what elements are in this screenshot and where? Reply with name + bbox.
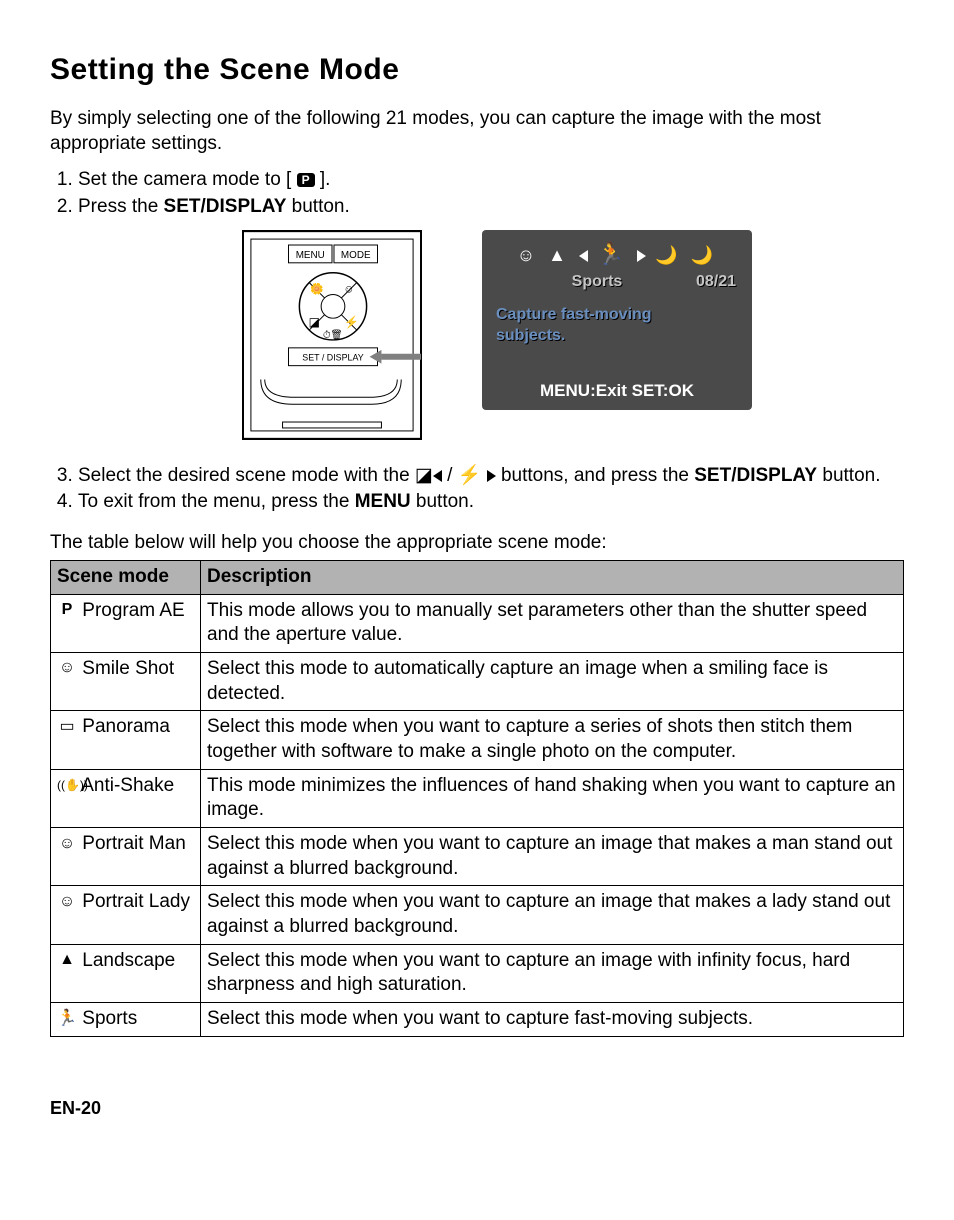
- step-2: Press the SET/DISPLAY button.: [78, 195, 904, 220]
- table-row: ☺ Portrait Man Select this mode when you…: [51, 828, 904, 886]
- svg-text:⚡: ⚡: [344, 315, 359, 329]
- step2-text-a: Press the: [78, 196, 164, 217]
- flash-icon: ⚡: [458, 465, 482, 486]
- screen-counter: 08/21: [696, 272, 736, 293]
- scene-mode-table: Scene mode Description P Program AE This…: [50, 560, 904, 1037]
- mode-desc: Select this mode when you want to captur…: [201, 1003, 904, 1037]
- mode-name: Smile Shot: [82, 658, 174, 679]
- figure-row: MENU MODE 🌼 ☺ ◪ ⚡ ⏱🗑 SET / DISPLAY ☺ ▲ 🏃…: [50, 230, 904, 440]
- right-arrow-icon: [487, 470, 496, 482]
- mode-desc: Select this mode when you want to captur…: [201, 944, 904, 1002]
- step3-c: SET/DISPLAY: [694, 465, 817, 486]
- mode-icon-sports: 🏃: [57, 1009, 77, 1030]
- step4-a: To exit from the menu, press the: [78, 491, 355, 512]
- mode-name: Anti-Shake: [81, 775, 174, 796]
- mode-name: Portrait Lady: [82, 891, 190, 912]
- mode-desc: This mode allows you to manually set par…: [201, 594, 904, 652]
- mode-icon-portrait-lady: ☺: [57, 892, 77, 913]
- steps-list-1: Set the camera mode to [ P ]. Press the …: [50, 168, 904, 219]
- table-intro: The table below will help you choose the…: [50, 531, 904, 556]
- step3-d: button.: [817, 465, 880, 486]
- left-arrow-icon: [433, 470, 442, 482]
- screen-label-row: Sports 08/21: [492, 272, 742, 293]
- table-row: P Program AE This mode allows you to man…: [51, 594, 904, 652]
- camera-back-diagram: MENU MODE 🌼 ☺ ◪ ⚡ ⏱🗑 SET / DISPLAY: [242, 230, 422, 440]
- mode-icon-antishake: ((✋)): [57, 778, 77, 794]
- lcd-screen-preview: ☺ ▲ 🏃 🌙 🌙 Sports 08/21 Capture fast-movi…: [482, 230, 752, 410]
- page-title: Setting the Scene Mode: [50, 50, 904, 89]
- mode-icon-smile: ☺: [57, 658, 77, 679]
- table-row: ▭ Panorama Select this mode when you wan…: [51, 711, 904, 769]
- table-row: ☺ Portrait Lady Select this mode when yo…: [51, 886, 904, 944]
- table-header-row: Scene mode Description: [51, 560, 904, 594]
- table-row: ▲ Landscape Select this mode when you wa…: [51, 944, 904, 1002]
- step-3: Select the desired scene mode with the ◪…: [78, 464, 904, 489]
- mode-desc: Select this mode to automatically captur…: [201, 652, 904, 710]
- mode-name: Panorama: [82, 716, 170, 737]
- page-number: EN-20: [50, 1097, 904, 1120]
- step2-text-b: SET/DISPLAY: [164, 196, 287, 217]
- table-row: ☺ Smile Shot Select this mode to automat…: [51, 652, 904, 710]
- mode-icon-landscape: ▲: [57, 950, 77, 971]
- mode-icon-portrait-man: ☺: [57, 834, 77, 855]
- svg-text:☺: ☺: [343, 283, 354, 295]
- steps-list-2: Select the desired scene mode with the ◪…: [50, 464, 904, 515]
- menu-label: MENU: [296, 250, 325, 261]
- table-row: ((✋)) Anti-Shake This mode minimizes the…: [51, 769, 904, 827]
- mode-name: Sports: [82, 1008, 137, 1029]
- svg-text:🌼: 🌼: [310, 282, 324, 295]
- mode-icon-program: P: [57, 600, 77, 621]
- step4-c: button.: [411, 491, 474, 512]
- set-display-label: SET / DISPLAY: [302, 352, 363, 362]
- step-1: Set the camera mode to [ P ].: [78, 168, 904, 193]
- screen-mode-name: Sports: [572, 272, 623, 293]
- intro-text: By simply selecting one of the following…: [50, 107, 904, 156]
- mode-desc: Select this mode when you want to captur…: [201, 828, 904, 886]
- table-row: 🏃 Sports Select this mode when you want …: [51, 1003, 904, 1037]
- mode-label: MODE: [341, 250, 371, 261]
- step2-text-c: button.: [286, 196, 349, 217]
- mode-desc: Select this mode when you want to captur…: [201, 886, 904, 944]
- mode-name: Portrait Man: [82, 833, 185, 854]
- screen-description: Capture fast-moving subjects.: [492, 305, 742, 347]
- step1-text-a: Set the camera mode to [: [78, 169, 297, 190]
- step-4: To exit from the menu, press the MENU bu…: [78, 490, 904, 515]
- step3-a: Select the desired scene mode with the: [78, 465, 415, 486]
- col-scene-mode: Scene mode: [51, 560, 201, 594]
- mode-desc: Select this mode when you want to captur…: [201, 711, 904, 769]
- screen-mode-icons: ☺ ▲ 🏃 🌙 🌙: [492, 240, 742, 269]
- mode-desc: This mode minimizes the influences of ha…: [201, 769, 904, 827]
- col-description: Description: [201, 560, 904, 594]
- step1-text-b: ].: [315, 169, 331, 190]
- mode-name: Program AE: [82, 600, 184, 621]
- mode-name: Landscape: [82, 950, 175, 971]
- screen-footer: MENU:Exit SET:OK: [482, 380, 752, 402]
- svg-text:◪: ◪: [309, 315, 320, 329]
- mode-icon-panorama: ▭: [57, 717, 77, 738]
- step4-b: MENU: [355, 491, 411, 512]
- ev-icon: ◪: [415, 465, 433, 486]
- svg-text:⏱🗑: ⏱🗑: [323, 329, 343, 341]
- step3-b: buttons, and press the: [496, 465, 695, 486]
- camera-mode-p-icon: P: [297, 173, 315, 187]
